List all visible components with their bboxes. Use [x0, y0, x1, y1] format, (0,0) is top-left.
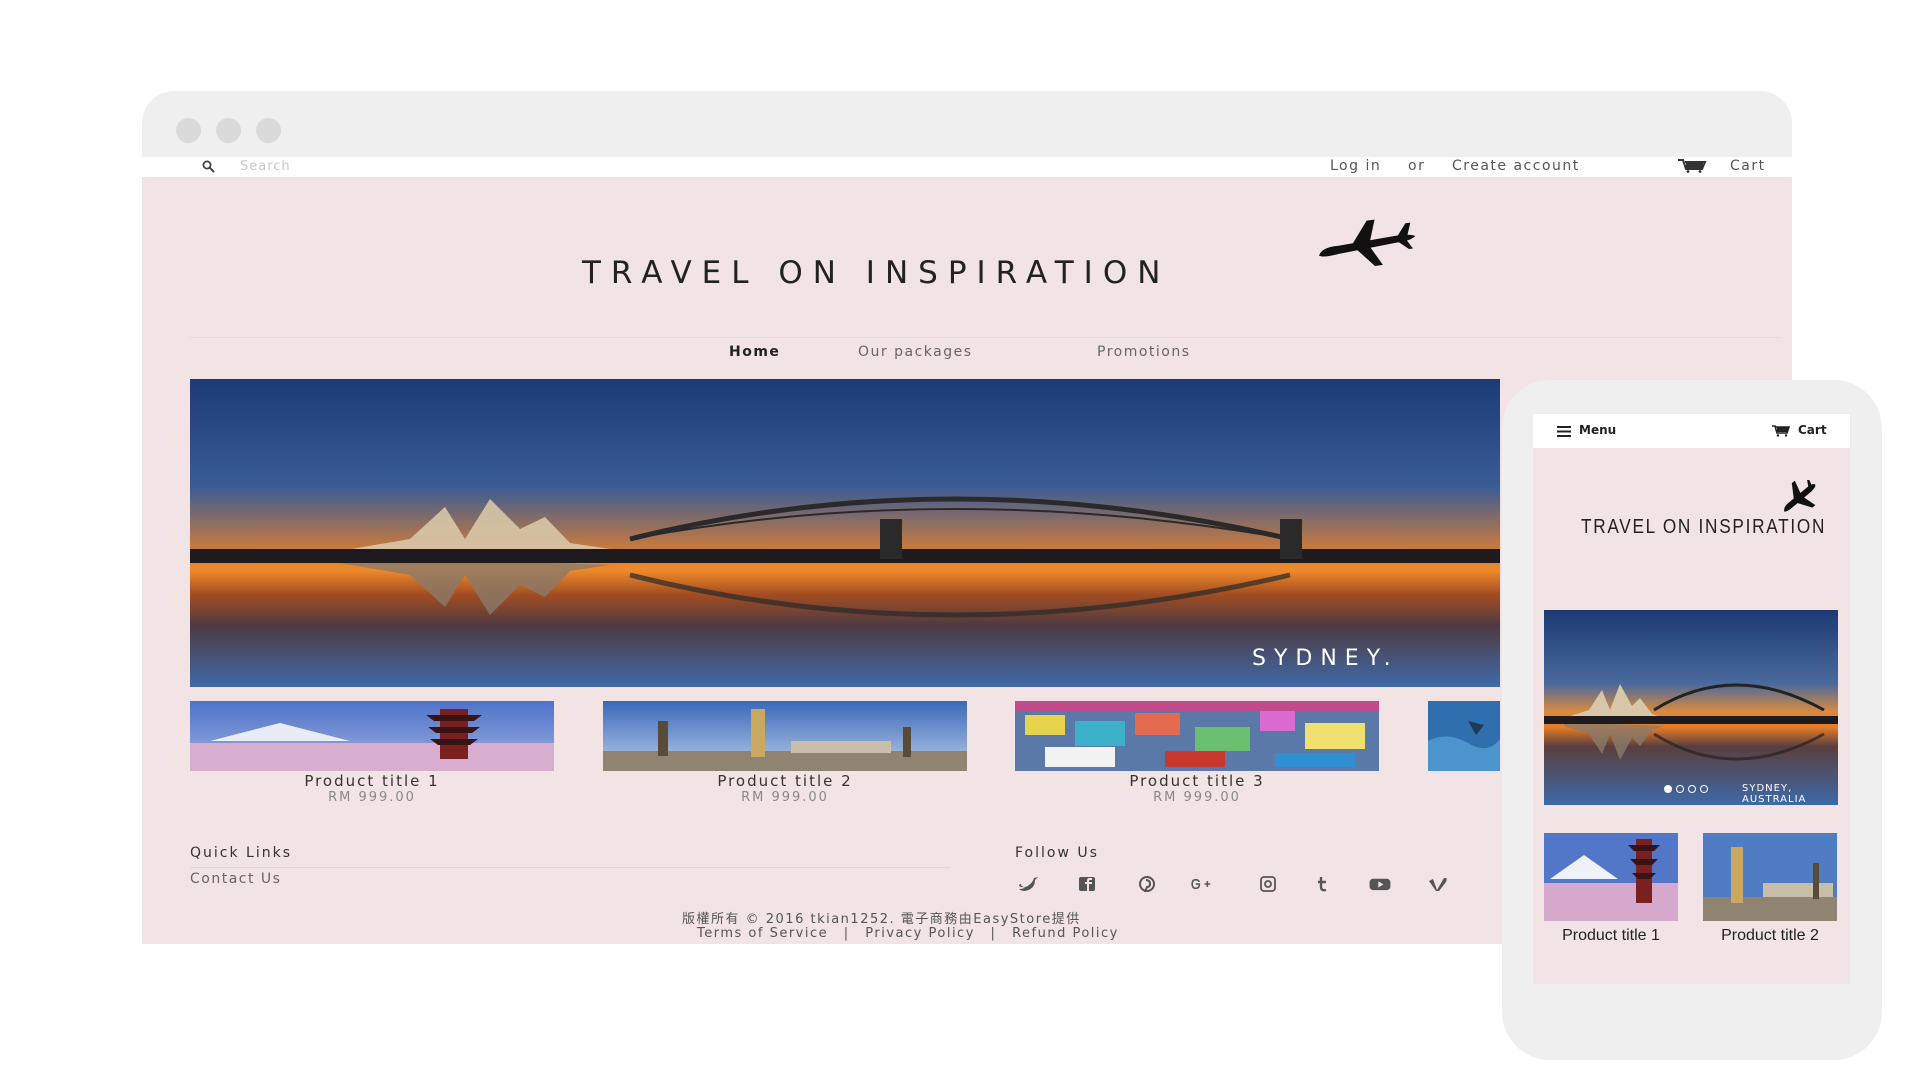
hero-image-sydney — [190, 379, 1500, 687]
hero-slideshow[interactable]: SYDNEY. — [190, 379, 1500, 687]
search-input[interactable]: Search — [240, 159, 291, 174]
nav-promotions[interactable]: Promotions — [1097, 344, 1191, 360]
quick-links-divider — [190, 867, 950, 868]
slide-dot-4[interactable] — [1700, 785, 1708, 793]
instagram-icon[interactable] — [1255, 875, 1281, 893]
policy-links: Terms of Service | Privacy Policy | Refu… — [697, 926, 1119, 941]
tumblr-icon[interactable] — [1310, 875, 1336, 893]
product-title[interactable]: Product title 2 — [603, 772, 967, 790]
cart-icon[interactable] — [1772, 425, 1790, 437]
twitter-icon[interactable] — [1016, 875, 1042, 893]
site-logo[interactable]: TRAVEL ON INSPIRATION — [582, 255, 1170, 291]
terms-of-service-link[interactable]: Terms of Service — [697, 926, 828, 941]
mobile-top-bar: Menu Cart — [1533, 414, 1850, 448]
product-title[interactable]: Product title 1 — [1544, 927, 1678, 945]
site-top-bar: Search Log in or Create account Cart — [142, 157, 1792, 177]
contact-us-link[interactable]: Contact Us — [190, 871, 281, 887]
copyright-text: 版權所有 © 2016 tkian1252. 電子商務由EasyStore提供 — [682, 912, 1081, 927]
search-icon[interactable] — [202, 160, 215, 173]
product-price: RM 999.00 — [1153, 790, 1241, 805]
nav-home[interactable]: Home — [729, 344, 780, 360]
nav-our-packages[interactable]: Our packages — [858, 344, 973, 360]
mobile-site-logo[interactable]: TRAVEL ON INSPIRATION — [1581, 516, 1826, 539]
create-account-link[interactable]: Create account — [1452, 158, 1580, 174]
airplane-icon — [1784, 480, 1816, 512]
product-image-paris[interactable] — [603, 701, 967, 771]
product-title[interactable]: Product title 2 — [1703, 927, 1837, 945]
product-image-japan[interactable] — [1544, 833, 1678, 921]
mobile-phone-mockup: Menu Cart TRAVEL ON INSPIRATION SYDNEY, … — [1502, 380, 1882, 1060]
window-maximize-dot[interactable] — [256, 118, 281, 143]
product-price: RM 999.00 — [741, 790, 829, 805]
or-text: or — [1408, 158, 1426, 174]
airplane-icon — [1319, 219, 1416, 266]
product-image-colorful-city[interactable] — [1015, 701, 1379, 771]
cart-link[interactable]: Cart — [1730, 158, 1766, 174]
vimeo-icon[interactable] — [1426, 875, 1452, 893]
slide-dot-3[interactable] — [1688, 785, 1696, 793]
mobile-hero-caption: SYDNEY, AUSTRALIA — [1742, 783, 1807, 805]
policy-separator: | — [843, 926, 850, 941]
mobile-hero-slideshow[interactable]: SYDNEY, AUSTRALIA — [1544, 610, 1838, 805]
product-price: RM 999.00 — [328, 790, 416, 805]
facebook-icon[interactable] — [1075, 875, 1101, 893]
hamburger-menu-icon[interactable] — [1557, 426, 1571, 437]
product-card-partial[interactable] — [1428, 701, 1500, 771]
policy-separator: | — [990, 926, 997, 941]
product-title[interactable]: Product title 1 — [190, 772, 554, 790]
window-close-dot[interactable] — [176, 118, 201, 143]
pinterest-icon[interactable] — [1134, 875, 1160, 893]
window-minimize-dot[interactable] — [216, 118, 241, 143]
product-card[interactable]: Product title 2 RM 999.00 — [603, 701, 967, 805]
quick-links-title: Quick Links — [190, 845, 293, 861]
product-image-japan[interactable] — [190, 701, 554, 771]
product-card[interactable]: Product title 3 RM 999.00 — [1015, 701, 1379, 805]
mobile-hero-image-sydney — [1544, 610, 1838, 805]
mobile-cart-button[interactable]: Cart — [1798, 423, 1827, 437]
product-image-paris[interactable] — [1703, 833, 1837, 921]
product-title[interactable]: Product title 3 — [1015, 772, 1379, 790]
privacy-policy-link[interactable]: Privacy Policy — [865, 926, 975, 941]
mobile-product-card[interactable]: Product title 2 — [1703, 833, 1837, 945]
slide-dot-1[interactable] — [1664, 785, 1672, 793]
nav-divider — [190, 337, 1780, 338]
cart-icon[interactable] — [1678, 159, 1708, 173]
google-plus-icon[interactable] — [1190, 875, 1216, 893]
slide-dot-2[interactable] — [1676, 785, 1684, 793]
slideshow-dots — [1664, 778, 1712, 797]
hero-caption: SYDNEY. — [1252, 646, 1399, 671]
browser-title-bar — [142, 91, 1792, 157]
login-link[interactable]: Log in — [1330, 158, 1381, 174]
refund-policy-link[interactable]: Refund Policy — [1012, 926, 1119, 941]
mobile-menu-button[interactable]: Menu — [1579, 423, 1616, 437]
follow-us-title: Follow Us — [1015, 845, 1099, 861]
product-image-ocean[interactable] — [1428, 701, 1500, 771]
youtube-icon[interactable] — [1367, 875, 1393, 893]
mobile-product-card[interactable]: Product title 1 — [1544, 833, 1678, 945]
product-card[interactable]: Product title 1 RM 999.00 — [190, 701, 554, 805]
mobile-screen: Menu Cart TRAVEL ON INSPIRATION SYDNEY, … — [1533, 414, 1850, 984]
